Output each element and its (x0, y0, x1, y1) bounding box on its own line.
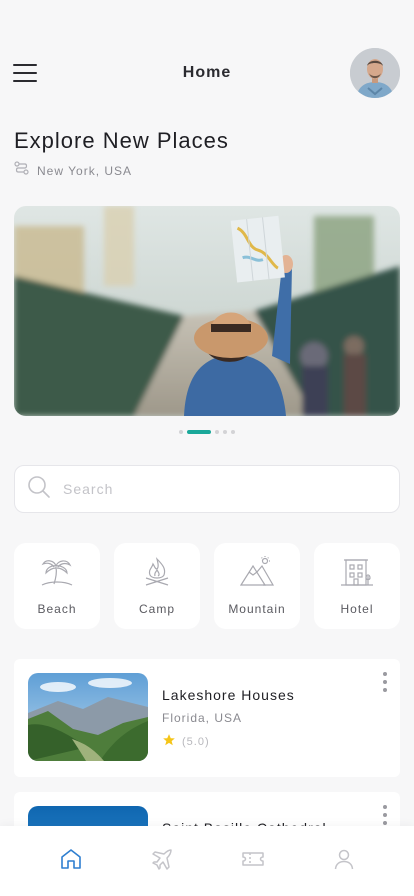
category-mountain[interactable]: Mountain (214, 543, 300, 629)
star-icon (162, 733, 176, 750)
hotel-icon (339, 556, 375, 593)
category-label: Beach (37, 602, 77, 616)
category-label: Mountain (228, 602, 286, 616)
place-thumbnail (28, 673, 148, 761)
location-label: New York, USA (37, 163, 133, 178)
category-label: Hotel (340, 602, 374, 616)
user-icon (332, 847, 356, 876)
current-location: New York, USA (14, 161, 132, 180)
carousel-dot[interactable] (179, 430, 183, 434)
place-location: Florida, USA (162, 711, 243, 725)
search-input[interactable] (63, 481, 363, 497)
carousel-dot[interactable] (231, 430, 235, 434)
category-camp[interactable]: Camp (114, 543, 200, 629)
airplane-icon (150, 847, 174, 876)
carousel-dot[interactable] (215, 430, 219, 434)
campfire-icon (140, 556, 174, 593)
explore-title: Explore New Places (14, 128, 229, 153)
route-icon (14, 161, 29, 180)
tab-home[interactable] (46, 841, 96, 881)
place-title: Lakeshore Houses (162, 687, 295, 703)
bottom-tab-bar (0, 826, 414, 896)
beach-palm-icon (40, 556, 74, 593)
avatar[interactable] (350, 48, 400, 98)
carousel-pagination (0, 430, 414, 434)
category-list: Beach Camp Mountain Hotel (14, 543, 400, 629)
tab-flights[interactable] (137, 841, 187, 881)
place-rating: (5.0) (162, 733, 210, 750)
more-options-icon[interactable] (382, 805, 388, 825)
place-card[interactable]: Lakeshore Houses Florida, USA (5.0) (14, 659, 400, 777)
carousel-dot-active[interactable] (187, 430, 211, 434)
mountain-icon (239, 556, 275, 593)
rating-value: (5.0) (182, 735, 210, 748)
more-options-icon[interactable] (382, 672, 388, 692)
category-label: Camp (138, 602, 175, 616)
hero-carousel-image[interactable] (14, 206, 400, 416)
home-icon (59, 847, 83, 876)
tab-profile[interactable] (319, 841, 369, 881)
category-hotel[interactable]: Hotel (314, 543, 400, 629)
category-beach[interactable]: Beach (14, 543, 100, 629)
carousel-dot[interactable] (223, 430, 227, 434)
tab-tickets[interactable] (228, 841, 278, 881)
ticket-icon (241, 847, 265, 876)
search-icon (27, 475, 51, 504)
search-bar[interactable] (14, 465, 400, 513)
app-header: Home (0, 46, 414, 100)
